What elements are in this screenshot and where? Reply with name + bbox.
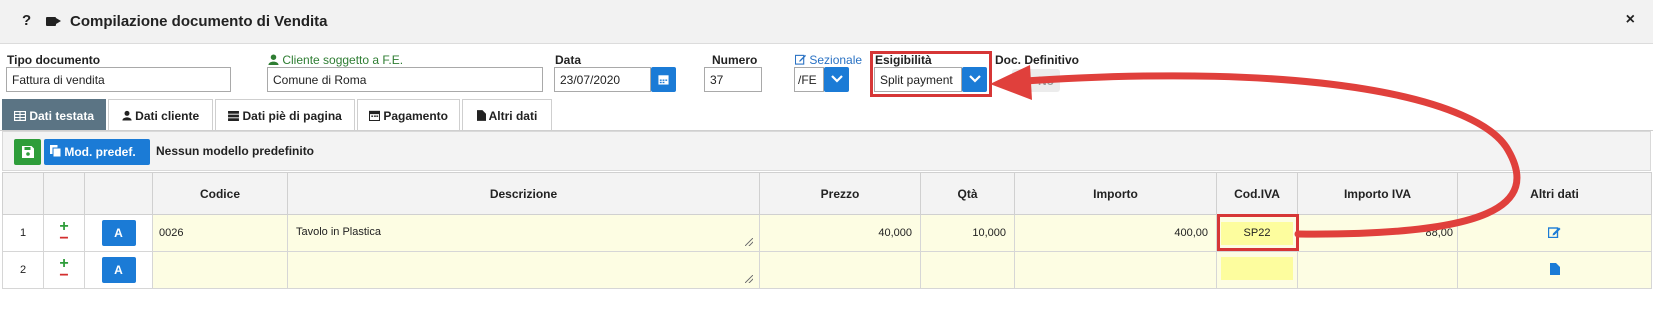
annotation-arrow (990, 65, 1521, 238)
